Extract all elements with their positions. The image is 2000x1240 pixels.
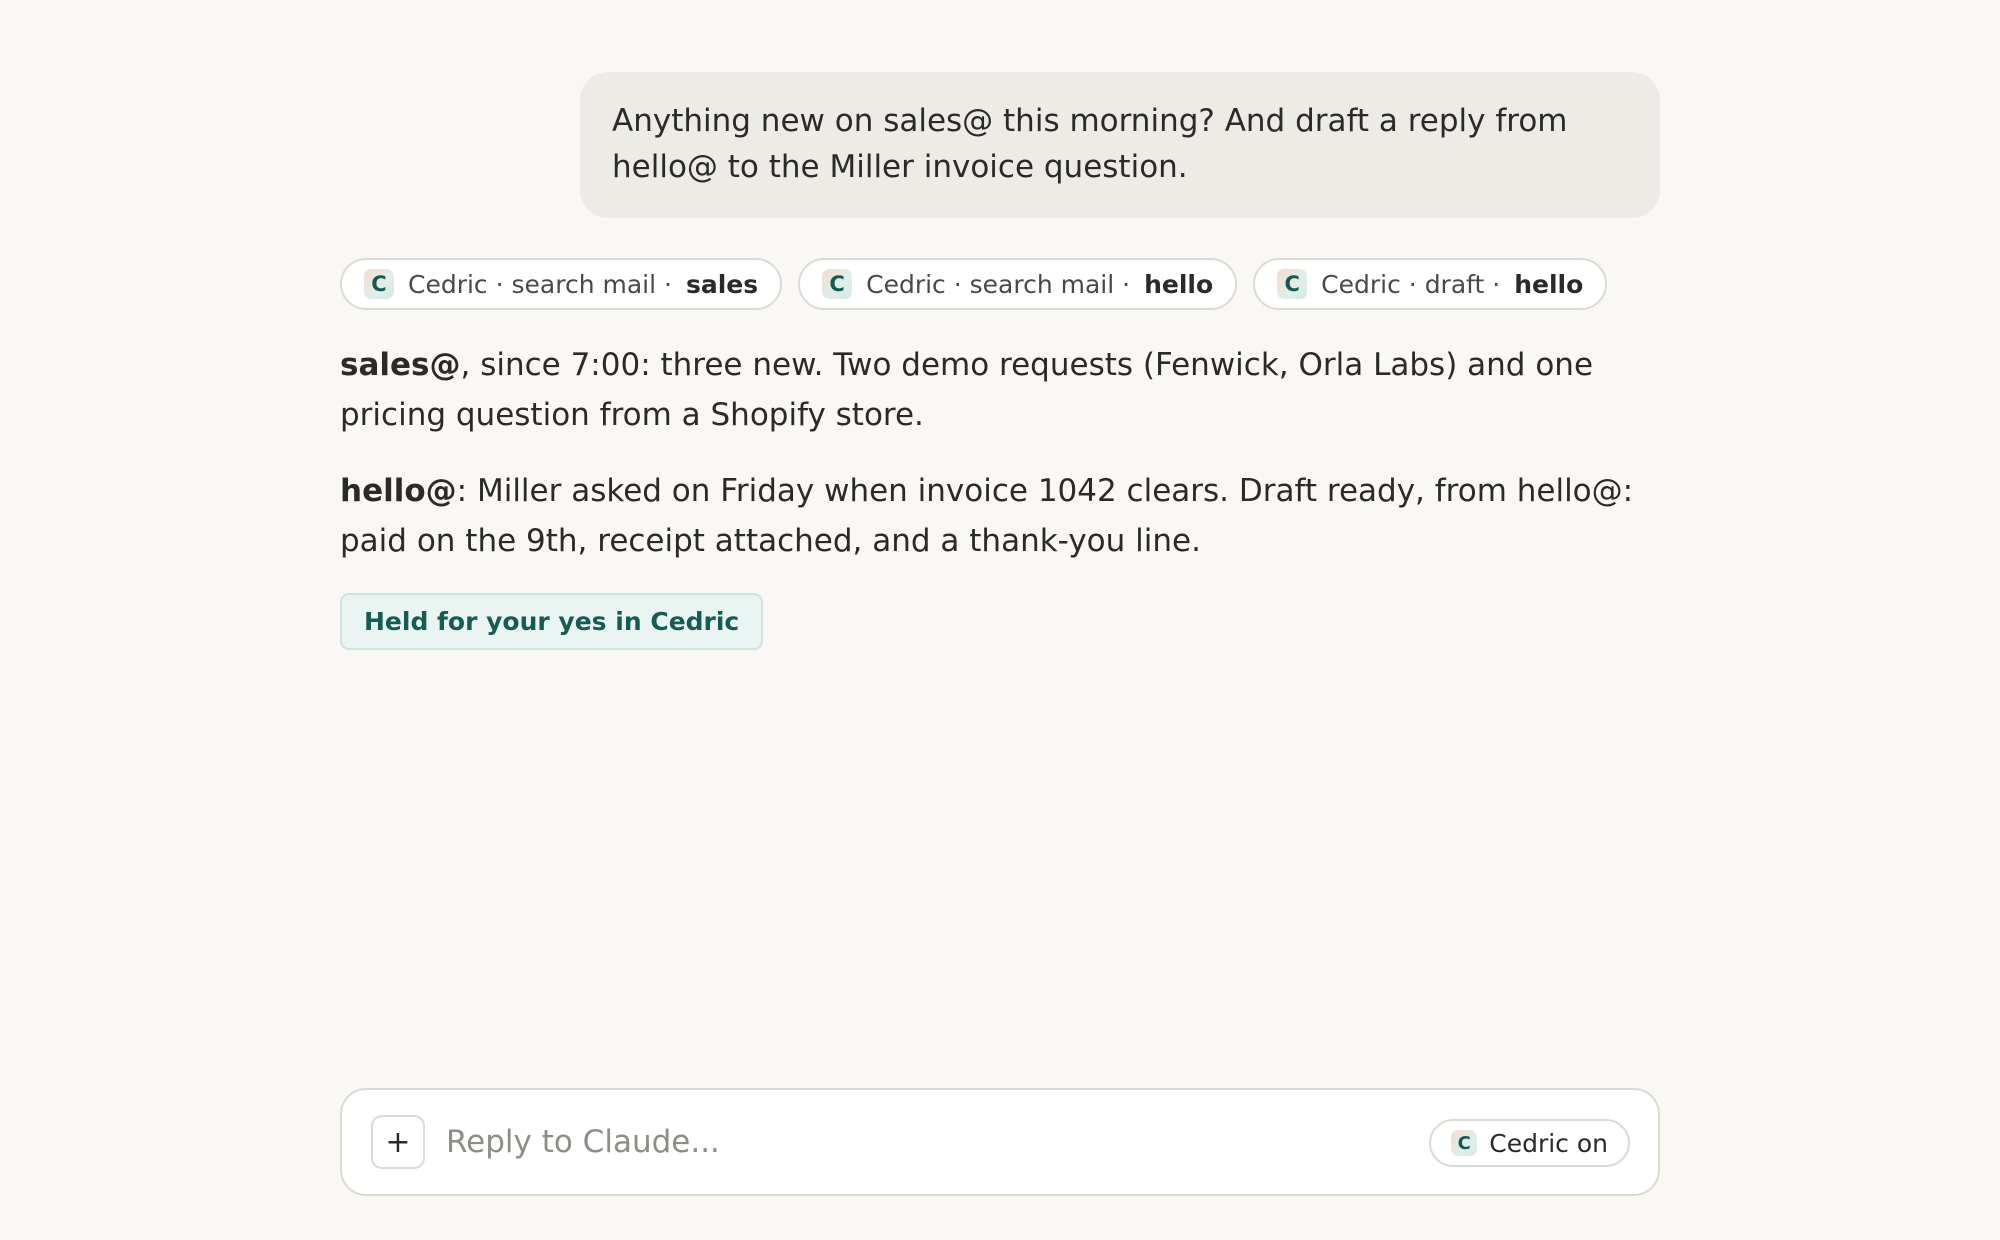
response-text-sales: , since 7:00: three new. Two demo reques… [340, 347, 1594, 433]
tool-call-label: Cedric · search mail · [866, 269, 1131, 299]
user-message-text: Anything new on sales@ this morning? And… [612, 103, 1568, 185]
tool-call-chip-search-sales[interactable]: C Cedric · search mail · sales [340, 258, 783, 310]
chat-page: Anything new on sales@ this morning? And… [0, 0, 2000, 1240]
cedric-logo-icon: C [364, 269, 394, 299]
cedric-logo-icon: C [822, 269, 853, 299]
tool-call-list: C Cedric · search mail · sales C Cedric … [340, 258, 1608, 310]
response-text-hello: : Miller asked on Friday when invoice 10… [340, 473, 1634, 559]
tool-call-target: hello [1144, 269, 1214, 299]
assistant-response: sales@, since 7:00: three new. Two demo … [340, 340, 1670, 592]
response-paragraph-hello: hello@: Miller asked on Friday when invo… [340, 466, 1670, 566]
cedric-toggle-label: Cedric on [1489, 1128, 1608, 1158]
cedric-logo-icon: C [1277, 269, 1308, 299]
add-attachment-button[interactable]: + [371, 1115, 425, 1169]
mailbox-name-sales: sales@ [340, 347, 461, 383]
tool-call-label: Cedric · draft · [1321, 269, 1501, 299]
tool-call-target: hello [1514, 269, 1584, 299]
held-badge-label: Held for your yes in Cedric [364, 607, 740, 636]
plus-icon: + [385, 1124, 411, 1160]
response-paragraph-sales: sales@, since 7:00: three new. Two demo … [340, 340, 1670, 440]
tool-call-chip-draft-hello[interactable]: C Cedric · draft · hello [1253, 258, 1608, 310]
cedric-connector-toggle[interactable]: C Cedric on [1429, 1119, 1630, 1167]
reply-input[interactable] [446, 1117, 1346, 1167]
tool-call-target: sales [685, 269, 759, 299]
reply-composer: + C Cedric on [340, 1088, 1660, 1196]
cedric-logo-icon: C [1451, 1130, 1478, 1156]
tool-call-chip-search-hello[interactable]: C Cedric · search mail · hello [798, 258, 1238, 310]
user-message-bubble: Anything new on sales@ this morning? And… [580, 72, 1660, 218]
tool-call-label: Cedric · search mail · [408, 269, 672, 299]
held-for-approval-badge[interactable]: Held for your yes in Cedric [340, 593, 764, 650]
mailbox-name-hello: hello@ [340, 473, 457, 509]
